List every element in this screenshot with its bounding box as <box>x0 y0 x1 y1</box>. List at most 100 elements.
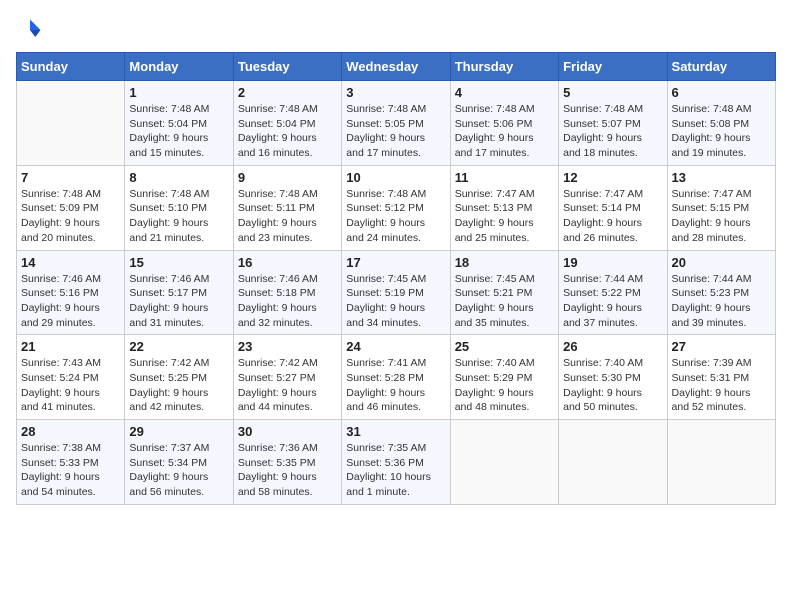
day-number: 8 <box>129 170 228 185</box>
calendar-cell: 20 Sunrise: 7:44 AMSunset: 5:23 PMDayligh… <box>667 250 775 335</box>
day-info: Sunrise: 7:41 AMSunset: 5:28 PMDaylight:… <box>346 356 445 415</box>
day-info: Sunrise: 7:44 AMSunset: 5:23 PMDaylight:… <box>672 272 771 331</box>
calendar-cell <box>17 81 125 166</box>
day-number: 23 <box>238 339 337 354</box>
calendar-cell <box>450 420 558 505</box>
day-number: 20 <box>672 255 771 270</box>
day-number: 29 <box>129 424 228 439</box>
day-info: Sunrise: 7:45 AMSunset: 5:19 PMDaylight:… <box>346 272 445 331</box>
day-info: Sunrise: 7:37 AMSunset: 5:34 PMDaylight:… <box>129 441 228 500</box>
calendar-table: SundayMondayTuesdayWednesdayThursdayFrid… <box>16 52 776 505</box>
day-number: 28 <box>21 424 120 439</box>
calendar-week-row: 7 Sunrise: 7:48 AMSunset: 5:09 PMDaylight… <box>17 165 776 250</box>
day-number: 13 <box>672 170 771 185</box>
calendar-cell: 6 Sunrise: 7:48 AMSunset: 5:08 PMDaylight… <box>667 81 775 166</box>
calendar-cell: 15 Sunrise: 7:46 AMSunset: 5:17 PMDayligh… <box>125 250 233 335</box>
day-info: Sunrise: 7:46 AMSunset: 5:18 PMDaylight:… <box>238 272 337 331</box>
day-header-wednesday: Wednesday <box>342 53 450 81</box>
day-number: 26 <box>563 339 662 354</box>
day-number: 3 <box>346 85 445 100</box>
calendar-cell: 30 Sunrise: 7:36 AMSunset: 5:35 PMDayligh… <box>233 420 341 505</box>
calendar-week-row: 14Sunrise: 7:46 AMSunset: 5:16 PMDayligh… <box>17 250 776 335</box>
day-info: Sunrise: 7:39 AMSunset: 5:31 PMDaylight:… <box>672 356 771 415</box>
calendar-cell: 7 Sunrise: 7:48 AMSunset: 5:09 PMDaylight… <box>17 165 125 250</box>
calendar-cell: 23 Sunrise: 7:42 AMSunset: 5:27 PMDayligh… <box>233 335 341 420</box>
day-info: Sunrise: 7:48 AMSunset: 5:09 PMDaylight:… <box>21 187 120 246</box>
day-info: Sunrise: 7:48 AMSunset: 5:07 PMDaylight:… <box>563 102 662 161</box>
calendar-cell: 1 Sunrise: 7:48 AMSunset: 5:04 PMDaylight… <box>125 81 233 166</box>
day-info: Sunrise: 7:42 AMSunset: 5:25 PMDaylight:… <box>129 356 228 415</box>
day-number: 12 <box>563 170 662 185</box>
calendar-cell: 31 Sunrise: 7:35 AMSunset: 5:36 PMDayligh… <box>342 420 450 505</box>
day-number: 18 <box>455 255 554 270</box>
day-info: Sunrise: 7:48 AMSunset: 5:10 PMDaylight:… <box>129 187 228 246</box>
calendar-cell: 2Sunrise: 7:48 AMSunset: 5:04 PMDaylight… <box>233 81 341 166</box>
calendar-cell: 16 Sunrise: 7:46 AMSunset: 5:18 PMDayligh… <box>233 250 341 335</box>
day-info: Sunrise: 7:48 AMSunset: 5:08 PMDaylight:… <box>672 102 771 161</box>
calendar-cell: 28 Sunrise: 7:38 AMSunset: 5:33 PMDayligh… <box>17 420 125 505</box>
day-number: 2 <box>238 85 337 100</box>
day-header-monday: Monday <box>125 53 233 81</box>
calendar-cell: 21 Sunrise: 7:43 AMSunset: 5:24 PMDayligh… <box>17 335 125 420</box>
day-info: Sunrise: 7:48 AMSunset: 5:04 PMDaylight:… <box>129 102 228 161</box>
day-number: 30 <box>238 424 337 439</box>
day-info: Sunrise: 7:48 AMSunset: 5:11 PMDaylight:… <box>238 187 337 246</box>
calendar-cell <box>559 420 667 505</box>
calendar-cell: 11Sunrise: 7:47 AMSunset: 5:13 PMDayligh… <box>450 165 558 250</box>
day-info: Sunrise: 7:42 AMSunset: 5:27 PMDaylight:… <box>238 356 337 415</box>
calendar-cell: 5 Sunrise: 7:48 AMSunset: 5:07 PMDaylight… <box>559 81 667 166</box>
day-header-friday: Friday <box>559 53 667 81</box>
day-number: 11 <box>455 170 554 185</box>
calendar-week-row: 1 Sunrise: 7:48 AMSunset: 5:04 PMDaylight… <box>17 81 776 166</box>
day-number: 16 <box>238 255 337 270</box>
calendar-cell: 27Sunrise: 7:39 AMSunset: 5:31 PMDayligh… <box>667 335 775 420</box>
calendar-cell: 19 Sunrise: 7:44 AMSunset: 5:22 PMDayligh… <box>559 250 667 335</box>
logo <box>16 16 48 44</box>
calendar-week-row: 28 Sunrise: 7:38 AMSunset: 5:33 PMDayligh… <box>17 420 776 505</box>
day-info: Sunrise: 7:38 AMSunset: 5:33 PMDaylight:… <box>21 441 120 500</box>
day-info: Sunrise: 7:40 AMSunset: 5:30 PMDaylight:… <box>563 356 662 415</box>
calendar-cell: 4Sunrise: 7:48 AMSunset: 5:06 PMDaylight… <box>450 81 558 166</box>
calendar-cell: 12 Sunrise: 7:47 AMSunset: 5:14 PMDayligh… <box>559 165 667 250</box>
calendar-cell: 24 Sunrise: 7:41 AMSunset: 5:28 PMDayligh… <box>342 335 450 420</box>
logo-icon <box>16 16 44 44</box>
day-info: Sunrise: 7:48 AMSunset: 5:12 PMDaylight:… <box>346 187 445 246</box>
day-number: 21 <box>21 339 120 354</box>
day-number: 5 <box>563 85 662 100</box>
calendar-cell: 18 Sunrise: 7:45 AMSunset: 5:21 PMDayligh… <box>450 250 558 335</box>
calendar-cell: 8 Sunrise: 7:48 AMSunset: 5:10 PMDaylight… <box>125 165 233 250</box>
calendar-cell: 3 Sunrise: 7:48 AMSunset: 5:05 PMDaylight… <box>342 81 450 166</box>
day-number: 7 <box>21 170 120 185</box>
day-header-saturday: Saturday <box>667 53 775 81</box>
day-info: Sunrise: 7:47 AMSunset: 5:15 PMDaylight:… <box>672 187 771 246</box>
day-info: Sunrise: 7:45 AMSunset: 5:21 PMDaylight:… <box>455 272 554 331</box>
day-info: Sunrise: 7:44 AMSunset: 5:22 PMDaylight:… <box>563 272 662 331</box>
day-header-thursday: Thursday <box>450 53 558 81</box>
day-info: Sunrise: 7:47 AMSunset: 5:14 PMDaylight:… <box>563 187 662 246</box>
day-number: 25 <box>455 339 554 354</box>
day-number: 31 <box>346 424 445 439</box>
calendar-cell: 13 Sunrise: 7:47 AMSunset: 5:15 PMDayligh… <box>667 165 775 250</box>
day-number: 19 <box>563 255 662 270</box>
calendar-cell <box>667 420 775 505</box>
day-number: 15 <box>129 255 228 270</box>
day-number: 17 <box>346 255 445 270</box>
day-info: Sunrise: 7:46 AMSunset: 5:17 PMDaylight:… <box>129 272 228 331</box>
day-header-tuesday: Tuesday <box>233 53 341 81</box>
day-info: Sunrise: 7:36 AMSunset: 5:35 PMDaylight:… <box>238 441 337 500</box>
day-number: 6 <box>672 85 771 100</box>
calendar-cell: 10Sunrise: 7:48 AMSunset: 5:12 PMDayligh… <box>342 165 450 250</box>
day-info: Sunrise: 7:35 AMSunset: 5:36 PMDaylight:… <box>346 441 445 500</box>
day-number: 1 <box>129 85 228 100</box>
calendar-cell: 29 Sunrise: 7:37 AMSunset: 5:34 PMDayligh… <box>125 420 233 505</box>
day-number: 22 <box>129 339 228 354</box>
day-info: Sunrise: 7:48 AMSunset: 5:06 PMDaylight:… <box>455 102 554 161</box>
day-info: Sunrise: 7:48 AMSunset: 5:05 PMDaylight:… <box>346 102 445 161</box>
day-info: Sunrise: 7:40 AMSunset: 5:29 PMDaylight:… <box>455 356 554 415</box>
calendar-cell: 25 Sunrise: 7:40 AMSunset: 5:29 PMDayligh… <box>450 335 558 420</box>
calendar-week-row: 21 Sunrise: 7:43 AMSunset: 5:24 PMDayligh… <box>17 335 776 420</box>
calendar-cell: 14Sunrise: 7:46 AMSunset: 5:16 PMDayligh… <box>17 250 125 335</box>
calendar-cell: 22 Sunrise: 7:42 AMSunset: 5:25 PMDayligh… <box>125 335 233 420</box>
day-number: 24 <box>346 339 445 354</box>
day-info: Sunrise: 7:43 AMSunset: 5:24 PMDaylight:… <box>21 356 120 415</box>
